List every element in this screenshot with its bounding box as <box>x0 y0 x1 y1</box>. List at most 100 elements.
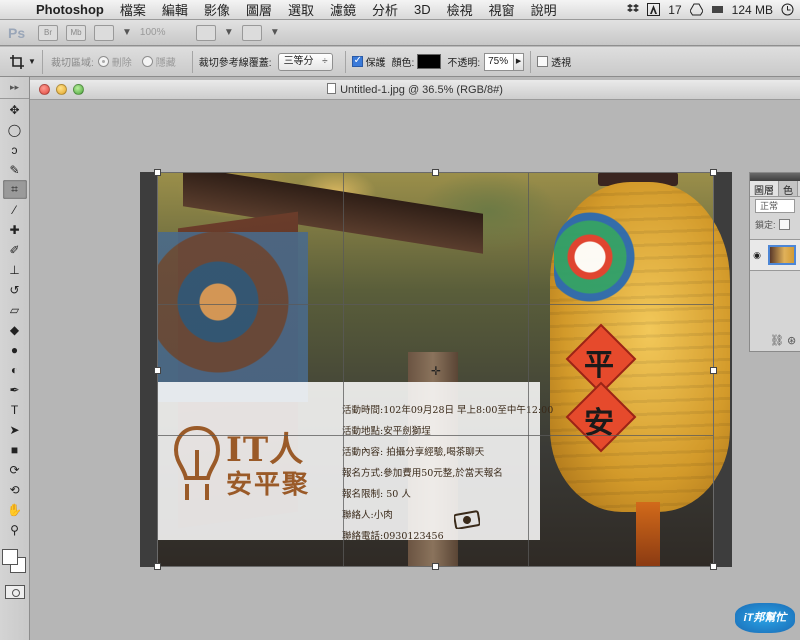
color-chips <box>0 545 29 581</box>
blend-mode-select[interactable]: 正常 <box>755 199 795 213</box>
menu-3d[interactable]: 3D <box>414 2 431 17</box>
menu-filter[interactable]: 濾鏡 <box>330 0 356 19</box>
minibridge-button[interactable]: Mb <box>66 24 86 41</box>
view-extras-dropdown-icon[interactable]: ▼ <box>122 27 132 38</box>
document-titlebar: Untitled-1.jpg @ 36.5% (RGB/8#) <box>30 80 800 100</box>
3d-rotate-tool-icon[interactable]: ⟳ <box>3 460 27 479</box>
menu-layer[interactable]: 圖層 <box>246 0 272 19</box>
overlay-select[interactable]: 三等分 <box>277 52 333 71</box>
opacity-input[interactable]: 75% <box>484 52 515 71</box>
opacity-label: 不透明: <box>447 58 481 69</box>
path-selection-tool-icon[interactable]: ➤ <box>3 420 27 439</box>
layers-panel-titlebar[interactable] <box>750 173 800 181</box>
move-tool-icon[interactable]: ✥ <box>3 100 27 119</box>
crop-area-label: 裁切區域: <box>51 58 94 69</box>
minimize-window-button[interactable] <box>56 84 67 95</box>
menu-help[interactable]: 說明 <box>531 0 557 19</box>
perspective-label: 透視 <box>551 58 572 69</box>
clone-stamp-tool-icon[interactable]: ⊥ <box>3 260 27 279</box>
bridge-button[interactable]: Br <box>38 24 58 41</box>
dodge-tool-icon[interactable]: ◐ <box>3 360 27 379</box>
shield-color-swatch[interactable] <box>417 54 442 69</box>
layer-thumbnail <box>768 245 796 265</box>
toolbox-collapse-icon[interactable]: ▸▸ <box>0 77 29 99</box>
crop-handle-bottom-right[interactable] <box>710 563 717 570</box>
memory-icon[interactable] <box>711 3 724 16</box>
eraser-tool-icon[interactable]: ▱ <box>3 300 27 319</box>
shape-tool-icon[interactable]: ■ <box>3 440 27 459</box>
crop-handle-top[interactable] <box>432 169 439 176</box>
eye-icon[interactable]: ◉ <box>750 250 764 261</box>
history-brush-tool-icon[interactable]: ↺ <box>3 280 27 299</box>
layer-row[interactable]: ◉ <box>750 239 800 271</box>
type-tool-icon[interactable]: T <box>3 400 27 419</box>
layers-panel-tabs: 圖層 色 <box>750 181 800 197</box>
pen-tool-icon[interactable]: ✒ <box>3 380 27 399</box>
dropbox-icon[interactable] <box>626 3 640 16</box>
crop-delete-radio[interactable]: 刪除 <box>97 54 132 69</box>
crop-handle-left[interactable] <box>154 367 161 374</box>
lock-transparent-icon[interactable] <box>778 218 790 230</box>
crop-center-icon[interactable]: ✛ <box>431 364 441 378</box>
divider <box>191 50 193 73</box>
quick-selection-tool-icon[interactable]: ✎ <box>3 160 27 179</box>
view-extras-button[interactable] <box>94 24 114 41</box>
arrange-documents-button[interactable] <box>195 24 216 41</box>
crop-tool-icon[interactable]: ⌗ <box>2 180 27 199</box>
menu-edit[interactable]: 編輯 <box>162 0 188 19</box>
marquee-tool-icon[interactable]: ◯ <box>3 120 27 139</box>
hand-tool-icon[interactable]: ✋ <box>3 500 27 519</box>
quick-mask-icon[interactable] <box>4 585 25 599</box>
app-menu-photoshop[interactable]: Photoshop <box>36 2 104 17</box>
document-title-text: Untitled-1.jpg @ 36.5% (RGB/8#) <box>340 84 503 96</box>
lock-label: 鎖定: <box>755 219 776 230</box>
screen-mode-dropdown-icon[interactable]: ▼ <box>270 27 280 38</box>
close-window-button[interactable] <box>39 84 50 95</box>
shield-checkbox[interactable]: 保護 <box>351 54 386 69</box>
zoom-window-button[interactable] <box>73 84 84 95</box>
opacity-dropdown-icon[interactable]: ▶ <box>514 52 525 71</box>
crop-handle-top-right[interactable] <box>710 169 717 176</box>
zoom-tool-icon[interactable]: ⚲ <box>3 520 27 539</box>
brush-tool-icon[interactable]: ✐ <box>3 240 27 259</box>
menu-window[interactable]: 視窗 <box>489 0 515 19</box>
zoom-level[interactable]: 100% <box>140 27 188 38</box>
tab-color[interactable]: 色 <box>779 181 798 197</box>
radio-icon <box>141 56 153 67</box>
time-machine-icon[interactable] <box>781 3 794 16</box>
shield-label: 保護 <box>365 58 386 69</box>
toolbox: ▸▸ ✥ ◯ ↄ ✎ ⌗ ⁄ ✚ ✐ ⊥ ↺ ▱ ◆ ● ◐ ✒ T ➤ ■ ⟳… <box>0 77 30 640</box>
menubar-status: 17 124 MB <box>626 3 800 17</box>
paint-bucket-tool-icon[interactable]: ◆ <box>3 320 27 339</box>
lasso-tool-icon[interactable]: ↄ <box>3 140 27 159</box>
checkbox-icon <box>351 55 363 67</box>
crop-handle-bottom-left[interactable] <box>154 563 161 570</box>
crop-box[interactable]: ✛ <box>154 169 717 570</box>
crop-handle-right[interactable] <box>710 367 717 374</box>
menu-select[interactable]: 選取 <box>288 0 314 19</box>
3d-orbit-tool-icon[interactable]: ⟲ <box>3 480 27 499</box>
adobe-icon[interactable] <box>647 3 661 16</box>
link-layers-icon[interactable]: ⛓ ⊛ <box>770 334 796 347</box>
blur-tool-icon[interactable]: ● <box>3 340 27 359</box>
menu-view[interactable]: 檢視 <box>447 0 473 19</box>
menu-file[interactable]: 檔案 <box>120 0 146 19</box>
crop-handle-bottom[interactable] <box>432 563 439 570</box>
eyedropper-tool-icon[interactable]: ⁄ <box>3 200 27 219</box>
drive-icon[interactable] <box>689 3 703 16</box>
menu-analysis[interactable]: 分析 <box>372 0 398 19</box>
file-icon <box>327 83 337 94</box>
arrange-dropdown-icon[interactable]: ▼ <box>224 27 234 38</box>
screen-mode-button[interactable] <box>241 24 262 41</box>
crop-handle-top-left[interactable] <box>154 169 161 176</box>
tool-preset-picker[interactable]: ▼ <box>3 49 43 74</box>
foreground-color-swatch[interactable] <box>2 549 18 565</box>
perspective-checkbox[interactable]: 透視 <box>537 54 571 69</box>
menu-image[interactable]: 影像 <box>204 0 230 19</box>
tab-layers[interactable]: 圖層 <box>750 181 779 197</box>
crop-guide-horizontal <box>158 303 713 305</box>
healing-brush-tool-icon[interactable]: ✚ <box>3 220 27 239</box>
crop-hide-radio[interactable]: 隱藏 <box>141 54 176 69</box>
crop-tool-icon <box>10 54 25 69</box>
divider <box>530 50 532 73</box>
